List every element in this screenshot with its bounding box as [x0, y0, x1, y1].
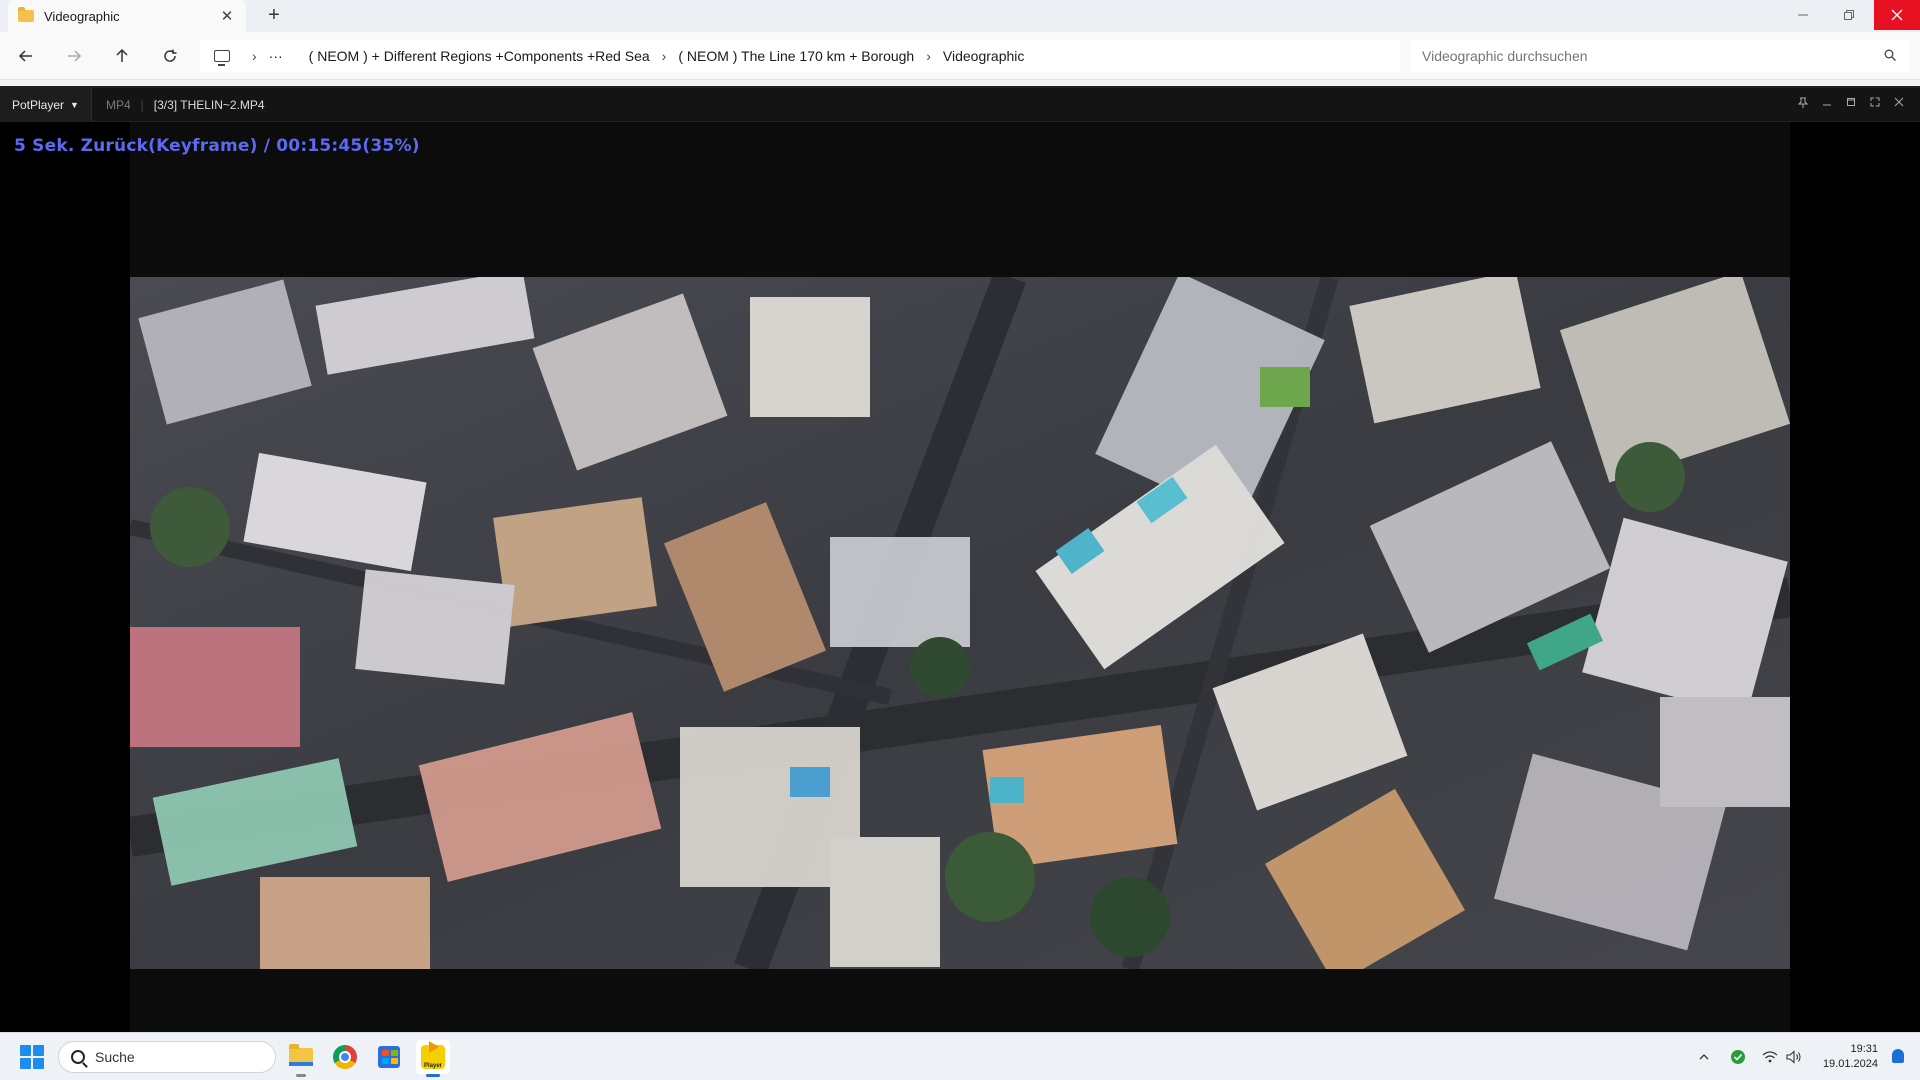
- breadcrumb-more[interactable]: ···: [269, 48, 283, 64]
- explorer-tab-bar: Videographic ✕ +: [0, 0, 1920, 32]
- forward-button[interactable]: [60, 44, 88, 68]
- folder-icon: [18, 7, 34, 22]
- fullscreen-icon[interactable]: [1868, 97, 1882, 111]
- restore-icon: [1844, 10, 1854, 20]
- wifi-icon[interactable]: [1762, 1033, 1778, 1080]
- search-icon[interactable]: [1882, 49, 1898, 64]
- refresh-icon: [164, 49, 177, 62]
- tab-close-icon[interactable]: ✕: [218, 7, 236, 25]
- windows-logo-tile: [20, 1045, 31, 1056]
- tab-title: Videographic: [44, 8, 120, 24]
- player-title-bar: PotPlayer ▼ MP4 | [3/3] THELIN~2.MP4: [0, 87, 1920, 122]
- osd-seek-status: 5 Sek. Zurück(Keyframe) / 00:15:45(35%): [14, 136, 420, 156]
- pin-icon[interactable]: [1796, 97, 1810, 111]
- this-pc-icon[interactable]: [214, 50, 230, 66]
- refresh-button[interactable]: [156, 44, 184, 68]
- volume-icon[interactable]: [1786, 1033, 1802, 1080]
- video-frame-aerial-city[interactable]: [130, 277, 1790, 969]
- security-shield-icon[interactable]: [1730, 1033, 1746, 1080]
- windows-logo-tile: [33, 1045, 44, 1056]
- system-clock[interactable]: 19:31 19.01.2024: [1823, 1042, 1878, 1072]
- potplayer-icon: Player: [421, 1041, 445, 1069]
- file-name: [3/3] THELIN~2.MP4: [153, 97, 265, 112]
- store-icon: [378, 1046, 400, 1068]
- chevron-right-icon[interactable]: ›: [252, 48, 257, 64]
- close-window-button[interactable]: [1874, 0, 1920, 30]
- start-button[interactable]: [20, 1045, 44, 1069]
- taskbar: Suche Player 19:31 19.01.2024: [0, 1032, 1920, 1080]
- folder-search-box[interactable]: [1410, 40, 1910, 72]
- running-indicator: [426, 1074, 440, 1077]
- close-icon: [1891, 9, 1903, 21]
- running-indicator: [296, 1074, 306, 1077]
- minimize-icon: [1798, 14, 1808, 16]
- potplayer-brand: PotPlayer: [12, 97, 65, 112]
- player-maximize-icon[interactable]: [1844, 97, 1858, 111]
- tab-videographic[interactable]: Videographic ✕: [8, 0, 246, 32]
- notification-bell-icon[interactable]: [1892, 1049, 1904, 1063]
- search-icon: [71, 1050, 85, 1064]
- chevron-right-icon[interactable]: ›: [926, 48, 931, 64]
- breadcrumb-item-the-line[interactable]: ( NEOM ) The Line 170 km + Borough: [678, 48, 914, 64]
- back-button[interactable]: [12, 44, 40, 68]
- windows-logo-tile: [20, 1058, 31, 1069]
- player-minimize-icon[interactable]: [1820, 97, 1834, 111]
- taskbar-search-label: Suche: [95, 1049, 135, 1065]
- windows-logo-tile: [33, 1058, 44, 1069]
- arrow-right-icon: [68, 50, 82, 62]
- file-explorer-icon: [289, 1044, 313, 1066]
- chevron-down-icon: ▼: [70, 99, 79, 110]
- clock-time: 19:31: [1850, 1043, 1878, 1055]
- address-bar: › ··· ( NEOM ) + Different Regions +Comp…: [0, 32, 1920, 80]
- new-tab-button[interactable]: +: [262, 4, 286, 27]
- taskbar-chrome[interactable]: [328, 1040, 362, 1074]
- taskbar-search[interactable]: Suche: [58, 1041, 276, 1073]
- tray-overflow-icon[interactable]: [1698, 1033, 1710, 1080]
- breadcrumb-item-videographic[interactable]: Videographic: [943, 48, 1024, 64]
- chrome-icon: [333, 1045, 357, 1069]
- taskbar-store[interactable]: [372, 1040, 406, 1074]
- taskbar-file-explorer[interactable]: [284, 1040, 318, 1077]
- potplayer-menu-button[interactable]: PotPlayer ▼: [0, 87, 92, 122]
- arrow-left-icon: [18, 50, 32, 62]
- search-input[interactable]: [1422, 48, 1882, 64]
- clock-date: 19.01.2024: [1822, 1058, 1878, 1070]
- chevron-right-icon[interactable]: ›: [662, 48, 667, 64]
- player-body[interactable]: 5 Sek. Zurück(Keyframe) / 00:15:45(35%): [0, 122, 1920, 1032]
- minimize-button[interactable]: [1780, 0, 1826, 30]
- potplayer-window: PotPlayer ▼ MP4 | [3/3] THELIN~2.MP4 5 S…: [0, 86, 1920, 1032]
- restore-button[interactable]: [1826, 0, 1872, 30]
- breadcrumb[interactable]: › ··· ( NEOM ) + Different Regions +Comp…: [200, 40, 1400, 72]
- taskbar-potplayer[interactable]: Player: [416, 1040, 450, 1077]
- title-divider: |: [140, 97, 144, 112]
- file-format: MP4: [105, 97, 131, 112]
- arrow-up-icon: [116, 48, 128, 62]
- aerial-city-image: [130, 277, 1790, 969]
- player-close-icon[interactable]: [1892, 97, 1906, 111]
- breadcrumb-item-regions[interactable]: ( NEOM ) + Different Regions +Components…: [309, 48, 650, 64]
- up-button[interactable]: [108, 44, 136, 68]
